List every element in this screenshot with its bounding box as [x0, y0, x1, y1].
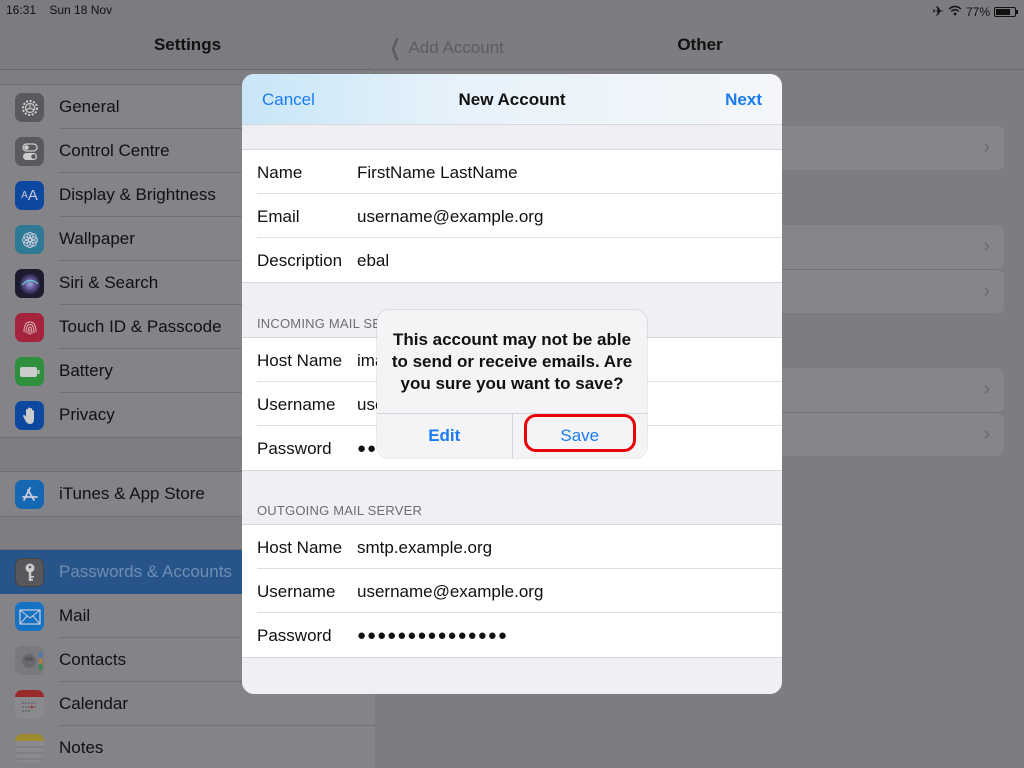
- field-label: Name: [257, 163, 303, 182]
- text-size-icon: AA: [15, 181, 44, 210]
- outgoing-host-field[interactable]: Host Name smtp.example.org: [242, 525, 782, 569]
- email-input[interactable]: username@example.org: [357, 207, 543, 227]
- detail-title: Other: [677, 35, 723, 54]
- sidebar-header: 16:31 Sun 18 Nov Settings: [0, 0, 375, 70]
- field-label: Password: [257, 439, 332, 458]
- outgoing-host-input[interactable]: smtp.example.org: [357, 538, 492, 558]
- status-bar-left: 16:31 Sun 18 Nov: [6, 3, 122, 17]
- sidebar-item-label: Calendar: [59, 694, 128, 713]
- account-fields-group: Name FirstName LastName Email username@e…: [242, 149, 782, 283]
- sidebar-item-notes[interactable]: Notes: [0, 726, 375, 768]
- airplane-icon: ✈: [932, 3, 944, 19]
- modal-title: New Account: [458, 90, 566, 109]
- notes-icon: [15, 734, 44, 763]
- description-input[interactable]: ebal: [357, 251, 389, 271]
- toggles-icon: [15, 137, 44, 166]
- app-store-icon: [15, 480, 44, 509]
- sidebar-item-label: Touch ID & Passcode: [59, 317, 222, 336]
- calendar-icon: [15, 690, 44, 719]
- field-label: Host Name: [257, 351, 343, 370]
- contacts-icon: [15, 646, 44, 675]
- save-button[interactable]: Save: [513, 414, 648, 458]
- flower-icon: [15, 225, 44, 254]
- battery-icon: [15, 357, 44, 386]
- field-label: Username: [257, 582, 336, 601]
- sidebar-item-label: iTunes & App Store: [59, 484, 205, 503]
- fingerprint-icon: [15, 313, 44, 342]
- description-field[interactable]: Description ebal: [242, 238, 782, 282]
- field-label: Password: [257, 626, 332, 645]
- outgoing-username-field[interactable]: Username username@example.org: [242, 569, 782, 613]
- sidebar-item-label: Battery: [59, 361, 113, 380]
- status-time: 16:31: [6, 3, 37, 17]
- sidebar-item-label: Control Centre: [59, 141, 170, 160]
- gear-icon: [15, 93, 44, 122]
- sidebar-item-label: Notes: [59, 738, 104, 757]
- detail-header: ❮ Add Account Other ✈ 77%: [376, 0, 1024, 70]
- outgoing-fields-group: Host Name smtp.example.org Username user…: [242, 524, 782, 658]
- incoming-password-input[interactable]: ●●: [357, 440, 377, 457]
- email-field[interactable]: Email username@example.org: [242, 194, 782, 238]
- hand-icon: [15, 401, 44, 430]
- outgoing-username-input[interactable]: username@example.org: [357, 582, 543, 602]
- alert-message: This account may not be able to send or …: [391, 330, 633, 393]
- sidebar-item-label: Siri & Search: [59, 273, 159, 292]
- outgoing-password-field[interactable]: Password ●●●●●●●●●●●●●●●: [242, 613, 782, 657]
- field-label: Email: [257, 207, 300, 226]
- field-label: Username: [257, 395, 336, 414]
- sidebar-item-label: Display & Brightness: [59, 185, 216, 204]
- sidebar-title: Settings: [153, 35, 222, 54]
- siri-icon: [15, 269, 44, 298]
- sidebar-item-label: General: [59, 97, 120, 116]
- chevron-right-icon: ›: [983, 280, 990, 302]
- alert-buttons: Edit Save: [377, 413, 647, 458]
- sidebar-item-label: Mail: [59, 606, 91, 625]
- field-label: Description: [257, 251, 343, 270]
- status-date: Sun 18 Nov: [49, 3, 113, 17]
- status-bar-right: ✈ 77%: [932, 3, 1018, 20]
- sidebar-item-label: Privacy: [59, 405, 115, 424]
- sidebar-item-label: Contacts: [59, 650, 127, 669]
- name-input[interactable]: FirstName LastName: [357, 163, 518, 183]
- edit-button[interactable]: Edit: [377, 414, 513, 458]
- key-icon: [15, 558, 44, 587]
- chevron-right-icon: ›: [983, 235, 990, 257]
- next-button[interactable]: Next: [725, 90, 762, 110]
- chevron-right-icon: ›: [983, 136, 990, 158]
- mail-icon: [15, 602, 44, 631]
- field-label: Host Name: [257, 538, 343, 557]
- chevron-right-icon: ›: [983, 423, 990, 445]
- chevron-right-icon: ›: [983, 378, 990, 400]
- wifi-icon: [948, 5, 962, 19]
- outgoing-section-header: OUTGOING MAIL SERVER: [257, 503, 423, 518]
- sidebar-item-label: Wallpaper: [59, 229, 135, 248]
- outgoing-password-input[interactable]: ●●●●●●●●●●●●●●●: [357, 627, 508, 644]
- modal-nav-bar: Cancel New Account Next: [242, 74, 782, 125]
- sidebar-item-label: Passwords & Accounts: [59, 562, 232, 581]
- battery-percent: 77%: [965, 4, 990, 19]
- name-field[interactable]: Name FirstName LastName: [242, 150, 782, 194]
- save-confirmation-alert: This account may not be able to send or …: [377, 310, 647, 458]
- battery-icon: [994, 6, 1018, 17]
